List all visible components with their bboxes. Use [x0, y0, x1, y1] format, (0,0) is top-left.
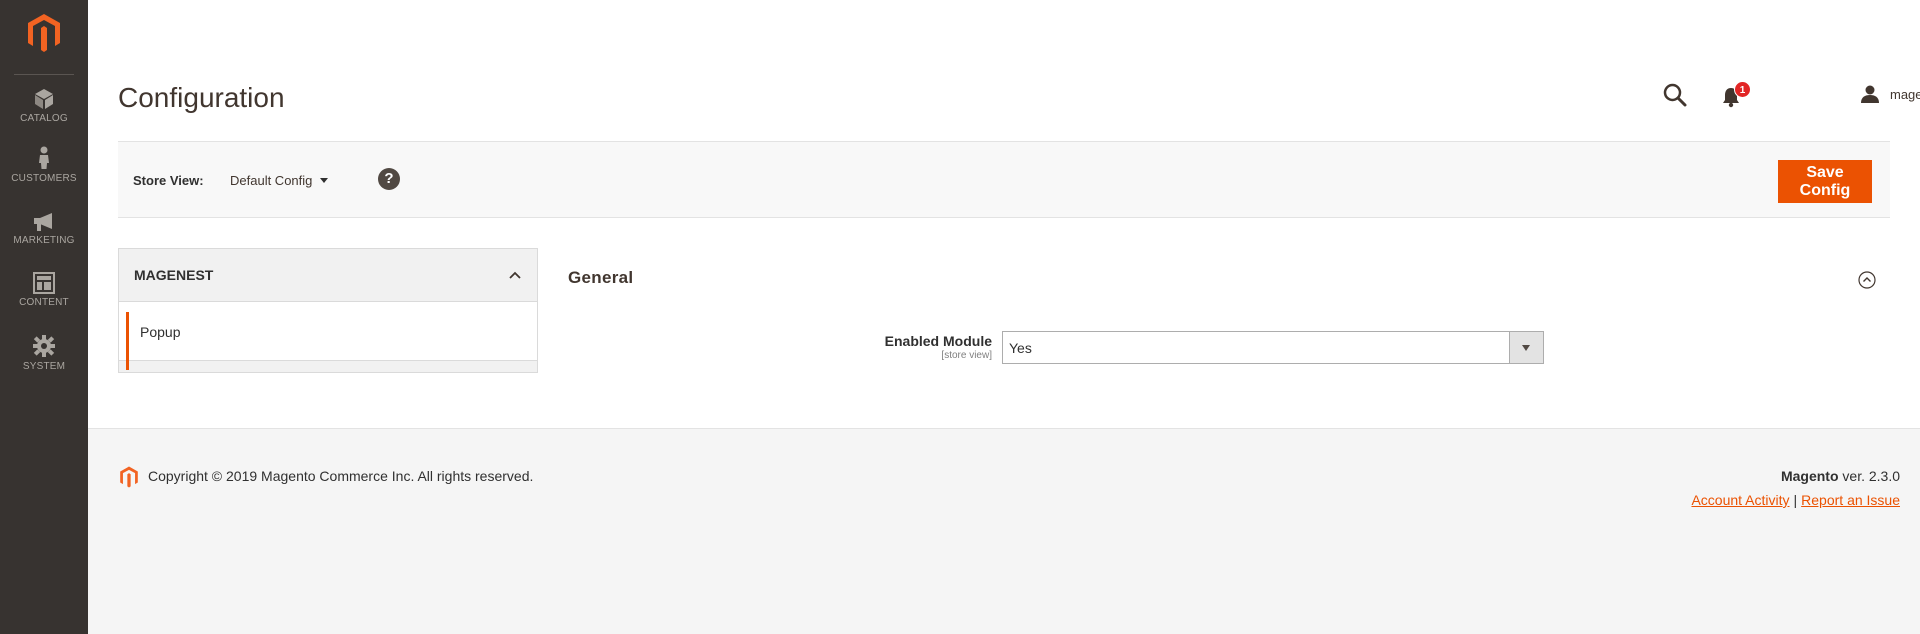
sidebar-item-label: CATALOG: [20, 113, 68, 124]
version-text: ver. 2.3.0: [1838, 468, 1900, 484]
store-view-value: Default Config: [230, 173, 313, 188]
store-view-switcher[interactable]: Default Config: [230, 173, 329, 188]
user-account-menu[interactable]: magenest: [1860, 82, 1920, 106]
tab-group-magenest[interactable]: MAGENEST: [118, 248, 538, 302]
sidebar-item-catalog[interactable]: CATALOG: [0, 88, 88, 150]
sidebar-item-marketing[interactable]: MARKETING: [0, 212, 88, 274]
magento-logo-icon: [120, 466, 138, 488]
save-config-button[interactable]: Save Config: [1778, 160, 1872, 203]
magento-logo-icon[interactable]: [24, 12, 64, 54]
sidebar-item-system[interactable]: SYSTEM: [0, 334, 88, 396]
chevron-down-icon: [320, 178, 329, 183]
field-scope: [store view]: [941, 350, 992, 361]
brand-name: Magento: [1780, 468, 1839, 484]
link-separator: |: [1793, 492, 1798, 508]
tab-item-label: Popup: [140, 324, 181, 340]
gear-icon: [33, 335, 55, 357]
config-tabs: MAGENEST Popup: [118, 248, 538, 373]
sidebar-item-customers[interactable]: CUSTOMERS: [0, 146, 88, 208]
footer-links: Account Activity | Report an Issue: [1691, 492, 1900, 508]
sidebar-item-content[interactable]: CONTENT: [0, 272, 88, 334]
notification-count-badge: 1: [1734, 81, 1751, 98]
cube-icon: [35, 89, 53, 109]
layout-icon: [33, 272, 55, 294]
report-issue-link[interactable]: Report an Issue: [1801, 492, 1900, 508]
main-content: Configuration 1 magenest Store View: Def…: [88, 0, 1920, 428]
admin-sidebar: CATALOG CUSTOMERS MARKETING CONTENT SYST…: [0, 0, 88, 634]
sidebar-item-label: CONTENT: [19, 297, 69, 308]
version-info: Magento ver. 2.3.0: [1781, 468, 1900, 484]
tab-group-title: MAGENEST: [134, 267, 214, 283]
copyright-text: Copyright © 2019 Magento Commerce Inc. A…: [148, 468, 534, 484]
select-value: Yes: [1009, 340, 1032, 356]
tab-group-footer: [118, 360, 538, 373]
sidebar-item-label: SYSTEM: [22, 361, 66, 372]
enabled-module-label: Enabled Module [store view]: [885, 333, 992, 361]
page-footer: Copyright © 2019 Magento Commerce Inc. A…: [88, 428, 1920, 634]
store-view-bar: Store View: Default Config ? Save Config: [118, 141, 1890, 218]
section-title[interactable]: General: [568, 268, 633, 288]
user-name: magenest: [1890, 86, 1920, 102]
dropdown-arrow-icon[interactable]: [1509, 332, 1543, 363]
sidebar-item-label: CUSTOMERS: [11, 173, 77, 184]
field-label: Enabled Module: [884, 333, 992, 349]
user-icon: [1861, 85, 1879, 103]
store-view-label: Store View:: [133, 173, 204, 188]
search-icon[interactable]: [1662, 82, 1688, 108]
account-activity-link[interactable]: Account Activity: [1691, 492, 1789, 508]
collapse-section-icon[interactable]: [1858, 271, 1876, 289]
help-icon[interactable]: ?: [378, 168, 400, 190]
person-icon: [39, 146, 49, 169]
enabled-module-select[interactable]: Yes: [1002, 331, 1544, 364]
active-tab-indicator: [126, 312, 129, 370]
chevron-up-icon: [509, 271, 521, 279]
tab-item-popup[interactable]: Popup: [118, 302, 538, 370]
page-title: Configuration: [118, 82, 285, 113]
sidebar-divider: [14, 74, 74, 75]
sidebar-item-label: MARKETING: [13, 235, 75, 246]
megaphone-icon: [34, 213, 52, 231]
